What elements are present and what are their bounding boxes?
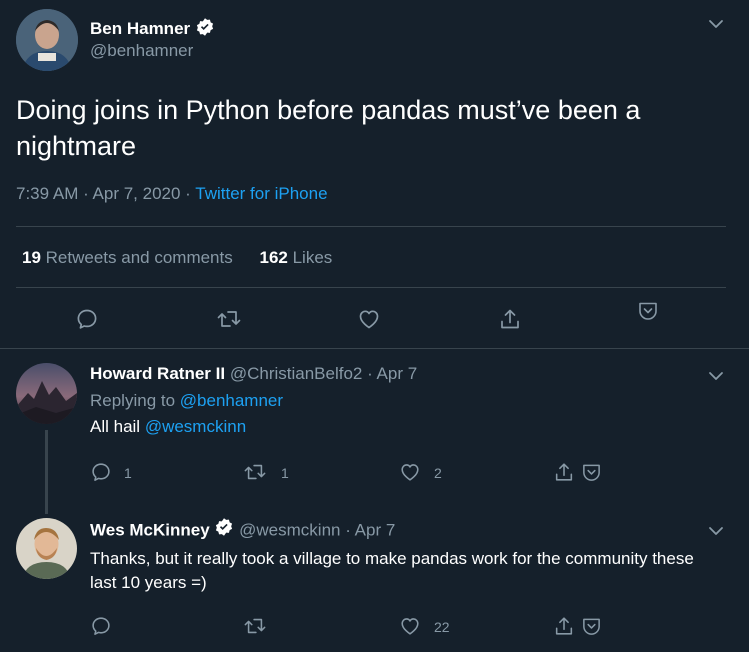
share-icon[interactable]: [553, 461, 575, 483]
tweet-time[interactable]: 7:39 AM · Apr 7, 2020 ·: [16, 184, 195, 203]
bookmark-icon[interactable]: [581, 616, 602, 637]
chevron-down-icon[interactable]: [706, 366, 726, 386]
share-icon[interactable]: [553, 615, 575, 637]
section-divider: [0, 348, 749, 349]
bookmark-icon[interactable]: [581, 462, 602, 483]
likes-count: 162: [259, 248, 288, 267]
reply-count: 1: [124, 465, 132, 481]
heart-icon[interactable]: [399, 461, 421, 483]
reply-author-meta[interactable]: @wesmckinn · Apr 7: [239, 520, 395, 539]
chevron-down-icon[interactable]: [706, 14, 726, 34]
replying-prefix: Replying to: [90, 391, 180, 410]
retweets-count: 19: [22, 248, 41, 267]
mention-link[interactable]: @wesmckinn: [145, 417, 246, 436]
avatar-ben-hamner[interactable]: [16, 9, 78, 71]
reply-author-meta[interactable]: @ChristianBelfo2 · Apr 7: [230, 364, 417, 383]
retweet-count: 1: [281, 465, 289, 481]
tweet-stats: 19 Retweets and comments 162 Likes: [22, 248, 332, 268]
like-count: 22: [434, 619, 450, 635]
like-count: 2: [434, 465, 442, 481]
likes-stat[interactable]: 162 Likes: [259, 248, 332, 267]
reply-text: All hail @wesmckinn: [90, 417, 246, 437]
avatar-wes-mckinney[interactable]: [16, 518, 77, 579]
author-handle[interactable]: @benhamner: [90, 41, 193, 61]
verified-badge-icon: [214, 517, 234, 542]
chevron-down-icon[interactable]: [706, 521, 726, 541]
divider: [16, 226, 726, 227]
tweet-timestamp: 7:39 AM · Apr 7, 2020 · Twitter for iPho…: [16, 184, 328, 204]
tweet-source[interactable]: Twitter for iPhone: [195, 184, 327, 203]
reply-author-name[interactable]: Howard Ratner II: [90, 364, 225, 383]
replying-to: Replying to @benhamner: [90, 391, 283, 411]
reply-author-name[interactable]: Wes McKinney: [90, 520, 210, 539]
retweet-icon[interactable]: [216, 307, 242, 331]
retweet-icon[interactable]: [243, 461, 267, 483]
thread-line: [45, 430, 48, 514]
reply-icon[interactable]: [90, 461, 112, 483]
tweet-text: Doing joins in Python before pandas must…: [16, 95, 641, 161]
verified-badge-icon: [195, 17, 215, 42]
bookmark-icon[interactable]: [637, 300, 659, 322]
share-icon[interactable]: [498, 307, 522, 331]
reply-icon[interactable]: [90, 615, 112, 637]
replying-handle[interactable]: @benhamner: [180, 391, 283, 410]
retweets-label: Retweets and comments: [45, 248, 233, 267]
retweet-icon[interactable]: [243, 615, 267, 637]
reply-icon[interactable]: [75, 307, 99, 331]
retweets-stat[interactable]: 19 Retweets and comments: [22, 248, 233, 267]
divider: [16, 287, 726, 288]
avatar-howard-ratner[interactable]: [16, 363, 77, 424]
likes-label: Likes: [292, 248, 333, 267]
heart-icon[interactable]: [357, 307, 381, 331]
author-name[interactable]: Ben Hamner: [90, 19, 190, 38]
reply-text: Thanks, but it really took a village to …: [90, 549, 694, 592]
reply-text-prefix: All hail: [90, 417, 145, 436]
heart-icon[interactable]: [399, 615, 421, 637]
